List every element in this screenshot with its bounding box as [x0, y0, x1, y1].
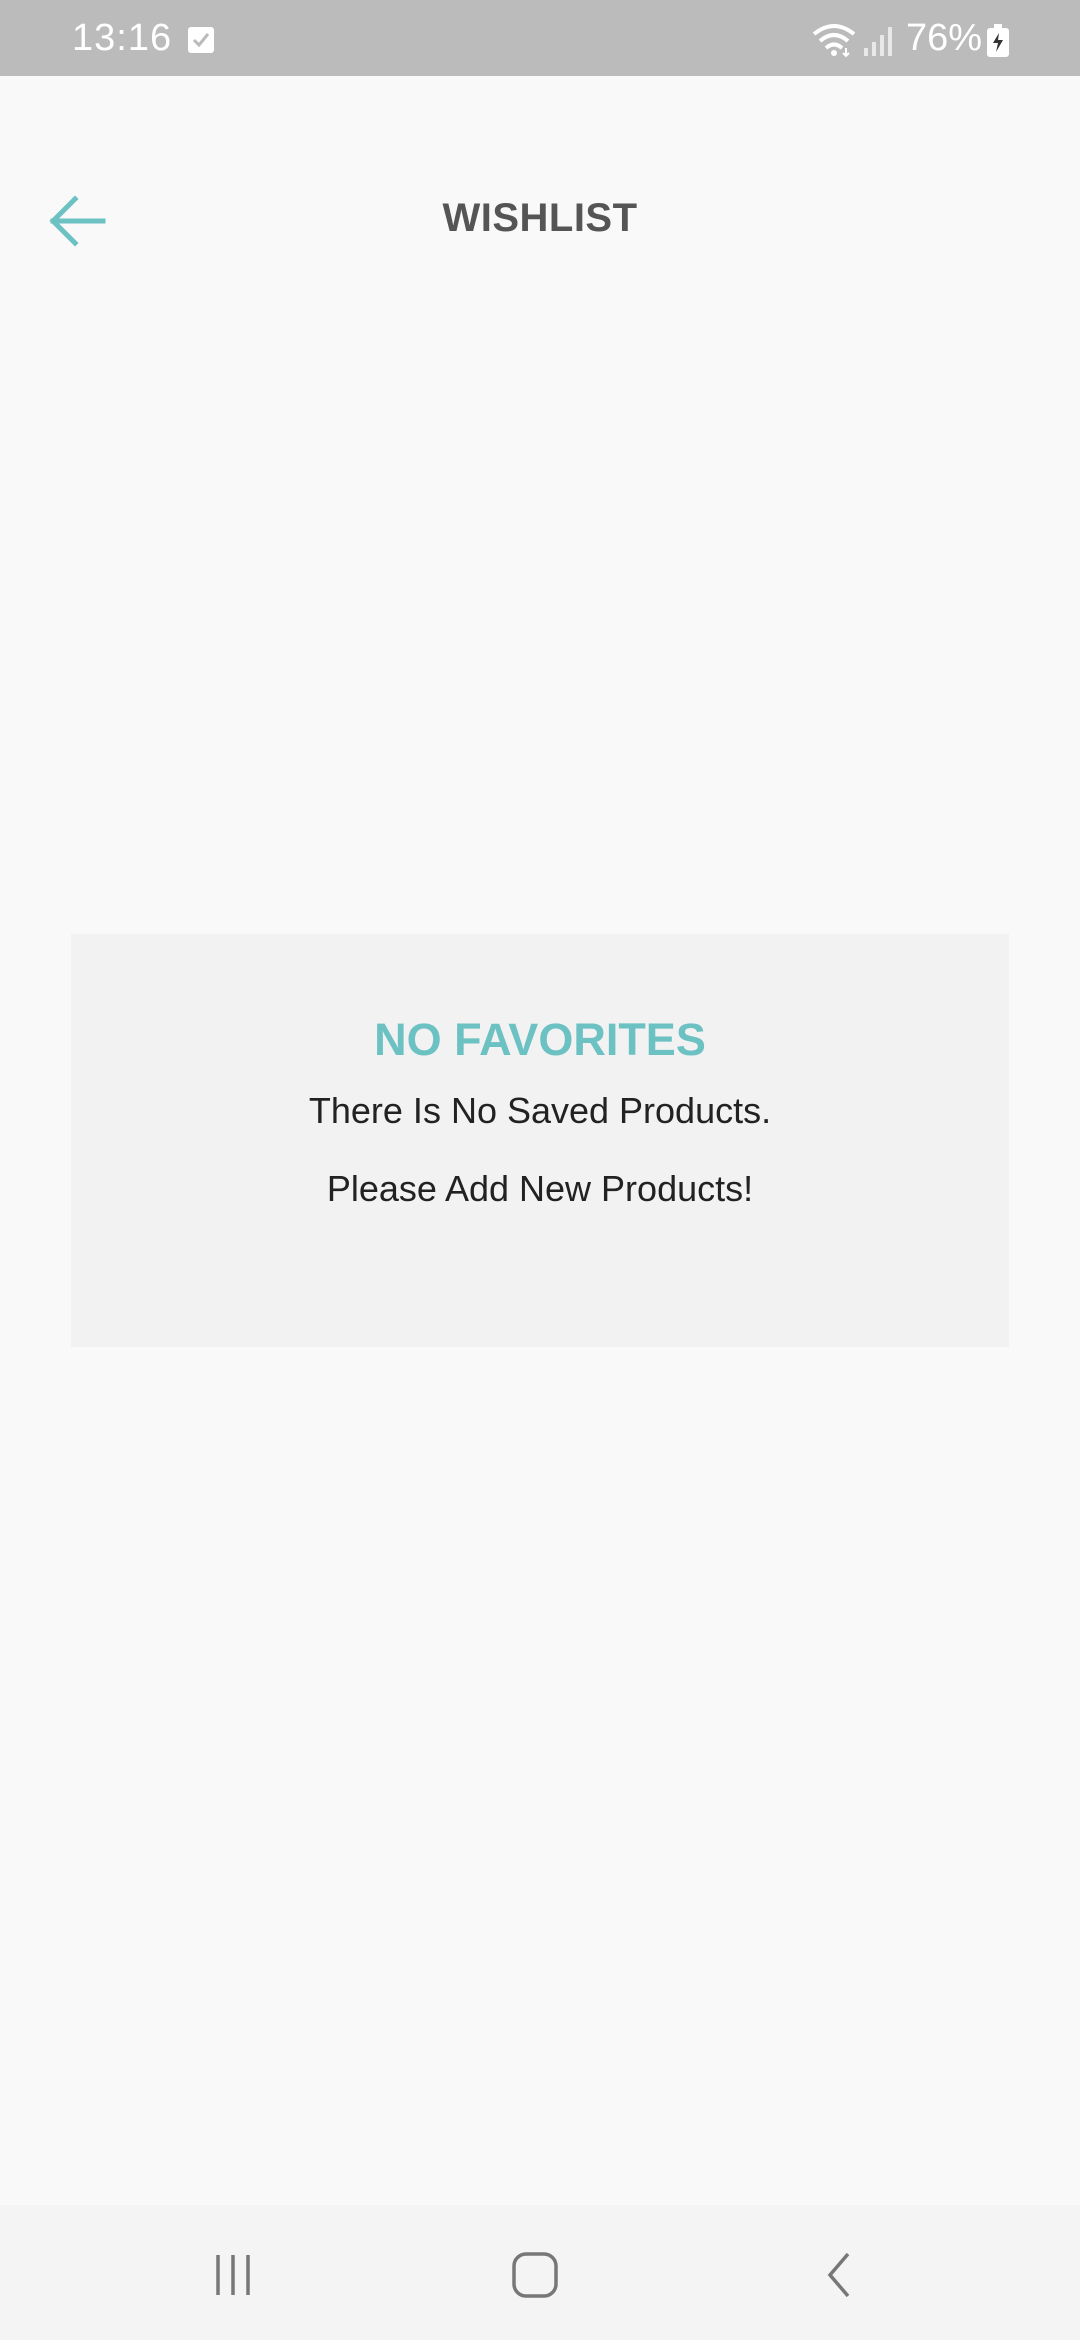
- status-bar: 13:16 76%: [0, 0, 1080, 76]
- system-nav-bar: [0, 2205, 1080, 2340]
- empty-state-message: There Is No Saved Products.: [308, 1090, 772, 1131]
- page-title: WISHLIST: [442, 196, 638, 240]
- empty-state-title: NO FAVORITES: [374, 1014, 706, 1065]
- header: WISHLIST: [0, 76, 1080, 362]
- empty-state-card: NO FAVORITES There Is No Saved Products.…: [71, 934, 1009, 1347]
- back-icon: [827, 2252, 850, 2298]
- nav-back-button[interactable]: [800, 2235, 880, 2315]
- recents-icon: [216, 2255, 250, 2295]
- battery-percent: 76%: [906, 17, 983, 59]
- recents-button[interactable]: [193, 2235, 273, 2315]
- battery-charging-icon: [987, 24, 1009, 57]
- home-icon: [512, 2252, 558, 2298]
- empty-state-prompt: Please Add New Products!: [326, 1168, 754, 1209]
- checkbox-notification-icon: [188, 27, 214, 53]
- signal-icon: [864, 27, 892, 56]
- home-button[interactable]: [495, 2235, 575, 2315]
- status-time: 13:16: [72, 17, 173, 59]
- wifi-icon: [812, 24, 856, 58]
